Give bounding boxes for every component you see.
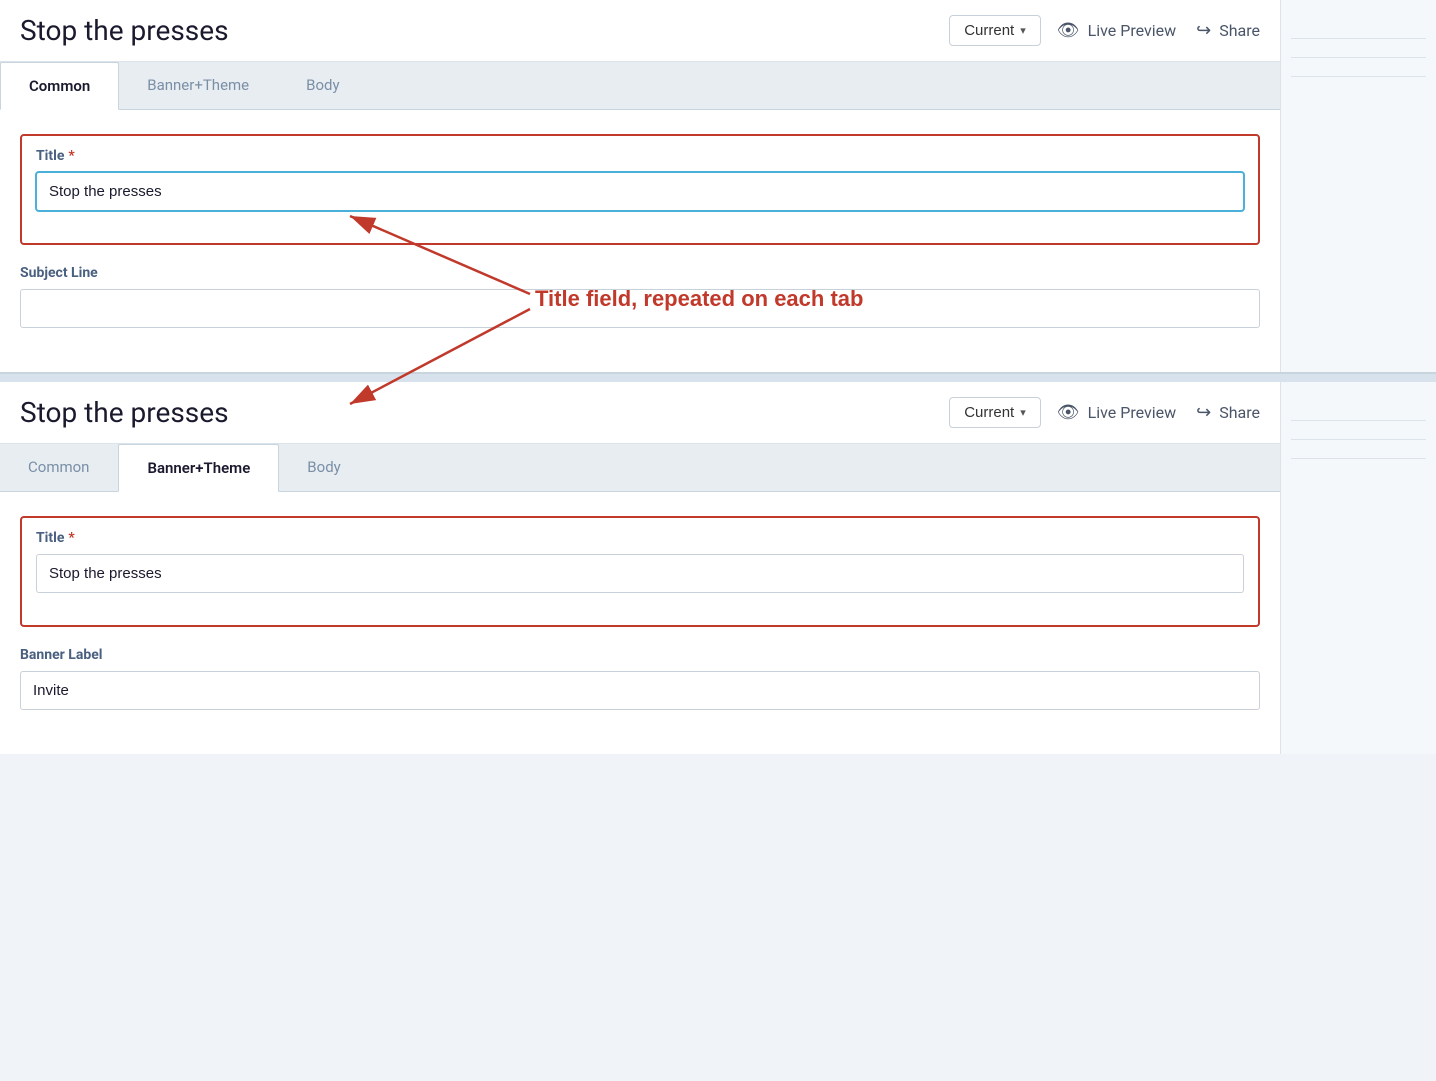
bottom-right-side: [1280, 382, 1436, 754]
current-dropdown[interactable]: Current ▾: [949, 15, 1041, 46]
top-subject-line-label: Subject Line: [20, 265, 1260, 281]
top-title-label: Title *: [36, 148, 1244, 164]
eye-icon: 👁: [1057, 20, 1080, 41]
tab-body-top[interactable]: Body: [278, 62, 368, 109]
bottom-banner-label-input[interactable]: [20, 671, 1260, 710]
bottom-title-label: Title *: [36, 530, 1244, 546]
bottom-live-preview-button[interactable]: 👁 Live Preview: [1057, 402, 1176, 423]
right-divider-2: [1291, 57, 1426, 58]
bottom-current-dropdown[interactable]: Current ▾: [949, 397, 1041, 428]
bottom-chevron-down-icon: ▾: [1020, 406, 1026, 419]
share-button[interactable]: ↪ Share: [1196, 20, 1260, 41]
top-header: Stop the presses Current ▾ 👁 Live Previe…: [0, 0, 1280, 62]
tab-banner-theme-top[interactable]: Banner+Theme: [119, 62, 278, 109]
panel-divider: [0, 374, 1436, 382]
tab-common-top[interactable]: Common: [0, 62, 119, 110]
top-right-side: [1280, 0, 1436, 372]
top-content-area: Title * Subject Line: [0, 110, 1280, 372]
bottom-share-icon: ↪: [1196, 402, 1211, 423]
bottom-banner-label-field-group: Banner Label: [20, 647, 1260, 710]
tab-banner-theme-bottom[interactable]: Banner+Theme: [118, 444, 279, 492]
bottom-right-divider-3: [1291, 458, 1426, 459]
header-actions: 👁 Live Preview ↪ Share: [1057, 20, 1260, 41]
bottom-content-area: Title * Banner Label: [0, 492, 1280, 754]
tab-body-bottom[interactable]: Body: [279, 444, 369, 491]
top-main-panel: Stop the presses Current ▾ 👁 Live Previe…: [0, 0, 1280, 372]
top-title-annotation-box: Title *: [20, 134, 1260, 245]
bottom-title-annotation-box: Title *: [20, 516, 1260, 627]
chevron-down-icon: ▾: [1020, 24, 1026, 37]
top-subject-line-input[interactable]: [20, 289, 1260, 328]
required-star-top-title: *: [68, 148, 74, 164]
share-icon: ↪: [1196, 20, 1211, 41]
bottom-banner-label-label: Banner Label: [20, 647, 1260, 663]
top-tabs-bar: Common Banner+Theme Body: [0, 62, 1280, 110]
bottom-title-field-group: Title *: [36, 530, 1244, 593]
bottom-share-button[interactable]: ↪ Share: [1196, 402, 1260, 423]
bottom-header-actions: 👁 Live Preview ↪ Share: [1057, 402, 1260, 423]
required-star-bottom-title: *: [68, 530, 74, 546]
top-section: Stop the presses Current ▾ 👁 Live Previe…: [0, 0, 1436, 374]
right-divider-1: [1291, 38, 1426, 39]
bottom-title-input[interactable]: [36, 554, 1244, 593]
top-title-input[interactable]: [36, 172, 1244, 211]
bottom-page-title: Stop the presses: [20, 396, 933, 429]
bottom-eye-icon: 👁: [1057, 402, 1080, 423]
page-wrapper: Stop the presses Current ▾ 👁 Live Previe…: [0, 0, 1436, 1081]
bottom-right-divider-1: [1291, 420, 1426, 421]
top-subject-line-field-group: Subject Line: [20, 265, 1260, 328]
live-preview-button[interactable]: 👁 Live Preview: [1057, 20, 1176, 41]
bottom-main-panel: Stop the presses Current ▾ 👁 Live Previe…: [0, 382, 1280, 754]
tab-common-bottom[interactable]: Common: [0, 444, 118, 491]
bottom-section: Stop the presses Current ▾ 👁 Live Previe…: [0, 382, 1436, 754]
bottom-right-divider-2: [1291, 439, 1426, 440]
bottom-header: Stop the presses Current ▾ 👁 Live Previe…: [0, 382, 1280, 444]
page-title: Stop the presses: [20, 14, 933, 47]
top-title-field-group: Title *: [36, 148, 1244, 211]
right-divider-3: [1291, 76, 1426, 77]
bottom-tabs-bar: Common Banner+Theme Body: [0, 444, 1280, 492]
